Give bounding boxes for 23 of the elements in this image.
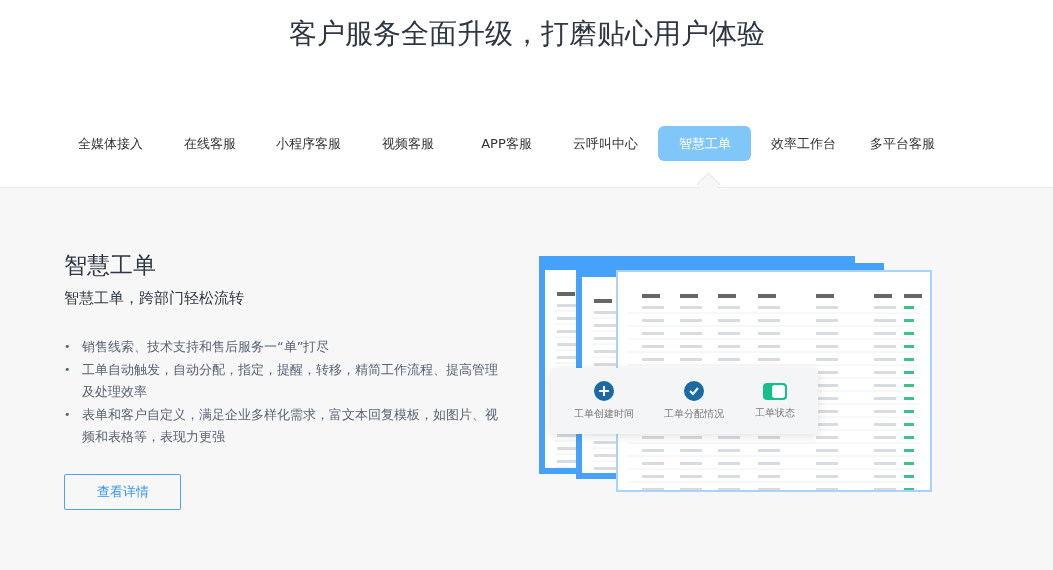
bullet-marker: • [64, 339, 72, 355]
category-tab[interactable]: 效率工作台 [757, 126, 850, 161]
category-tab[interactable]: 视频客服 [361, 126, 454, 161]
toggle-icon [762, 382, 787, 400]
badge-label: 工单分配情况 [664, 407, 725, 421]
plus-icon [594, 381, 615, 401]
category-tab[interactable]: 在线客服 [163, 126, 256, 161]
section-heading: 智慧工单 [64, 251, 157, 280]
bullet-marker: • [64, 407, 72, 423]
feature-bullet: 工单自动触发，自动分配，指定，提醒，转移，精简工作流程、提高管理及处理效率 [82, 361, 499, 401]
category-tab[interactable]: 多平台客服 [856, 126, 949, 161]
badge-label: 工单创建时间 [574, 407, 635, 421]
bullet-marker: • [64, 362, 72, 378]
feature-bullet: 表单和客户自定义，满足企业多样化需求，富文本回复模板，如图片、视频和表格等，表现力更强 [82, 406, 499, 446]
feature-bullet: 销售线索、技术支持和售后服务一“单”打尽 [82, 338, 331, 356]
category-tab[interactable]: 小程序客服 [262, 126, 355, 161]
check-icon [684, 381, 705, 401]
section-subtitle: 智慧工单，跨部门轻松流转 [64, 289, 245, 308]
page-title: 客户服务全面升级，打磨贴心用户体验 [287, 16, 766, 52]
category-tab[interactable]: 全媒体接入 [64, 126, 157, 161]
badge-label: 工单状态 [754, 405, 795, 420]
category-tab[interactable]: 云呼叫中心 [559, 126, 652, 161]
category-tab[interactable]: APP客服 [460, 126, 553, 161]
